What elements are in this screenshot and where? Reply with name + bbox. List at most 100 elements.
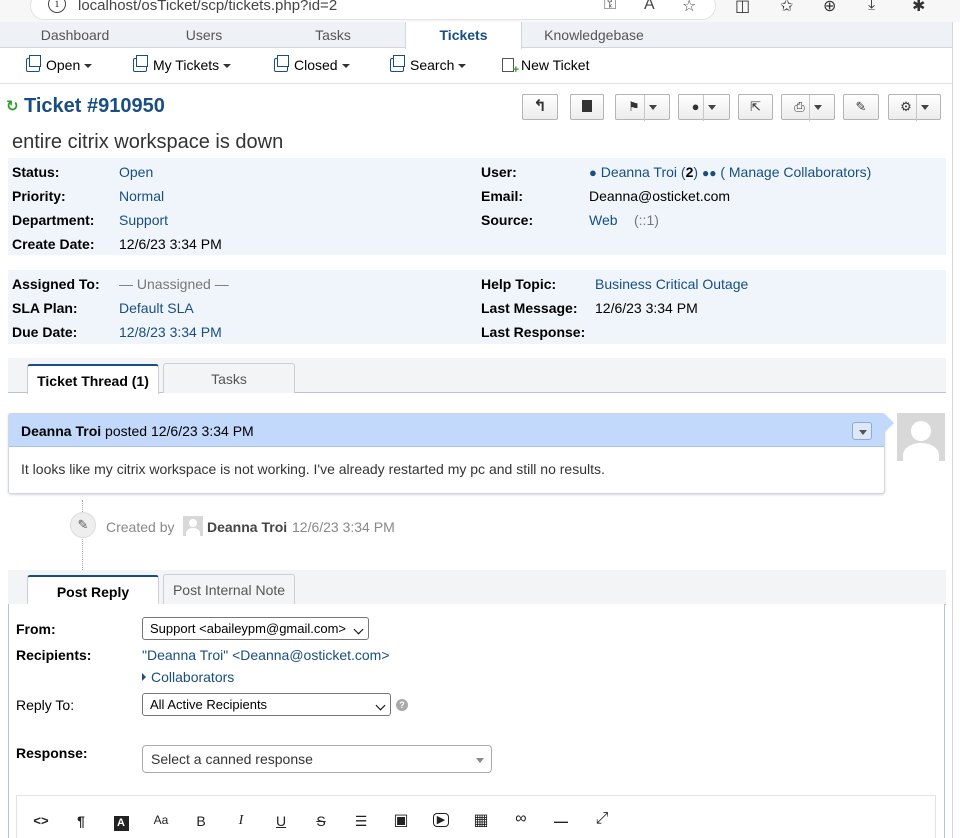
collaborators-toggle[interactable]: Collaborators: [142, 669, 234, 685]
print-pdf-icon: [582, 100, 592, 112]
subnav-my-tickets-label: My Tickets: [153, 57, 220, 73]
ticket-title[interactable]: Ticket #910950: [24, 95, 165, 118]
collections-icon[interactable]: ⊕: [823, 0, 836, 16]
new-ticket-icon: +: [502, 58, 519, 76]
avatar: [183, 516, 203, 536]
strikethrough-icon[interactable]: S: [309, 813, 333, 829]
url-text[interactable]: localhost/osTicket/scp/tickets.php?id=2: [78, 0, 337, 14]
from-select[interactable]: Support <abaileypm@gmail.com>: [142, 617, 369, 640]
chevron-down-icon: [458, 64, 467, 68]
message-posted: posted 12/6/23 3:34 PM: [105, 423, 254, 439]
department-value: Support: [119, 212, 169, 228]
nav-tab-dashboard[interactable]: Dashboard: [0, 22, 150, 48]
due-date-value: 12/8/23 3:34 PM: [119, 324, 222, 340]
reply-button[interactable]: ↰: [522, 94, 558, 120]
video-icon[interactable]: ▶: [429, 813, 453, 827]
italic-icon[interactable]: I: [229, 813, 253, 829]
tickets-icon: [26, 55, 41, 72]
split-screen-icon[interactable]: ◫: [735, 0, 750, 16]
video-glyph: ▶: [432, 813, 450, 827]
fullscreen-icon[interactable]: ⤢: [590, 810, 614, 828]
refresh-icon[interactable]: ↻: [6, 97, 19, 115]
read-aloud-icon[interactable]: A: [644, 0, 655, 14]
text-color-icon[interactable]: A: [109, 813, 133, 831]
reply-to-label: Reply To:: [16, 697, 75, 713]
recipients-value[interactable]: "Deanna Troi" <Deanna@osticket.com>: [142, 647, 390, 663]
edit-button[interactable]: ✎: [843, 94, 879, 120]
chevron-down-icon: [813, 105, 822, 110]
underline-icon[interactable]: U: [269, 813, 293, 829]
subnav-my-tickets[interactable]: My Tickets: [133, 55, 232, 73]
horizontal-rule-icon[interactable]: —: [549, 813, 573, 829]
image-icon[interactable]: ▣: [389, 810, 413, 830]
priority-label: Priority:: [12, 188, 66, 204]
tab-post-reply[interactable]: Post Reply: [27, 575, 159, 605]
subnav-new-ticket[interactable]: + New Ticket: [502, 57, 589, 76]
user-name-link[interactable]: Deanna Troi: [601, 164, 677, 180]
source-ip: (::1): [634, 212, 659, 228]
last-message-label: Last Message:: [481, 300, 578, 316]
source-value: Web: [589, 212, 618, 228]
priority-value: Normal: [119, 188, 165, 204]
scrollbar[interactable]: [952, 22, 960, 838]
paragraph-icon[interactable]: ¶: [69, 813, 93, 829]
flag-icon: ⚑: [628, 99, 640, 114]
subnav-search[interactable]: Search: [390, 55, 467, 73]
nav-tab-knowledgebase[interactable]: Knowledgebase: [524, 22, 664, 48]
help-topic-value: Business Critical Outage: [595, 276, 749, 292]
table-icon[interactable]: ▦: [469, 810, 493, 830]
help-icon[interactable]: ?: [396, 699, 408, 711]
tab-ticket-thread[interactable]: Ticket Thread (1): [27, 364, 159, 394]
tickets-icon: [133, 55, 148, 72]
favorite-star-icon[interactable]: ☆: [682, 0, 696, 16]
from-select-value: Support <abaileypm@gmail.com>: [150, 621, 347, 636]
created-event-icon: ✎: [70, 512, 96, 538]
tab-tasks[interactable]: Tasks: [163, 363, 295, 393]
event-created-by: Created by: [106, 519, 175, 535]
print-button[interactable]: ⎙: [781, 94, 835, 121]
help-topic-label: Help Topic:: [481, 276, 557, 292]
subnav-closed[interactable]: Closed: [274, 55, 350, 73]
message-options-button[interactable]: [852, 422, 872, 440]
nav-tab-users[interactable]: Users: [150, 22, 258, 48]
source-label: Source:: [481, 212, 534, 228]
nav-tab-tickets[interactable]: Tickets: [405, 22, 522, 49]
user-icon: ●: [589, 165, 597, 180]
edit-icon: ✎: [855, 99, 867, 114]
message-author: Deanna Troi: [21, 423, 102, 439]
chevron-down-icon: [708, 105, 717, 110]
favorites-icon[interactable]: ✩: [780, 0, 793, 16]
list-icon[interactable]: ☰: [349, 813, 373, 830]
downloads-icon[interactable]: ⤓: [868, 0, 875, 14]
font-size-icon[interactable]: Aa: [149, 813, 173, 827]
link-icon[interactable]: ∞: [509, 810, 533, 828]
email-label: Email:: [481, 188, 524, 204]
text-color-glyph: A: [113, 816, 129, 831]
transfer-button[interactable]: ⇱: [738, 94, 773, 120]
nav-tab-tasks[interactable]: Tasks: [258, 22, 408, 48]
html-code-icon[interactable]: <>: [29, 813, 53, 828]
extensions-icon[interactable]: ✱: [912, 0, 925, 16]
message-pointer: [884, 413, 894, 433]
chevron-down-icon: [375, 700, 386, 711]
event-time: 12/6/23 3:34 PM: [292, 519, 395, 535]
due-date-label: Due Date:: [12, 324, 78, 340]
bold-icon[interactable]: B: [189, 813, 213, 829]
manage-collaborators-link[interactable]: ( Manage Collaborators): [720, 164, 871, 180]
subnav-open[interactable]: Open: [26, 55, 93, 73]
transfer-icon: ⇱: [750, 99, 761, 114]
reply-to-select[interactable]: All Active Recipients: [142, 693, 391, 716]
key-icon[interactable]: ⚿: [604, 0, 616, 14]
avatar: [897, 413, 945, 461]
sla-label: SLA Plan:: [12, 300, 78, 316]
main-nav: Dashboard Users Tasks Tickets Knowledgeb…: [0, 22, 960, 49]
chevron-down-icon: [859, 430, 867, 435]
assign-button[interactable]: ●: [678, 94, 730, 121]
canned-response-select[interactable]: Select a canned response: [142, 745, 492, 773]
tab-post-internal-note[interactable]: Post Internal Note: [163, 574, 295, 604]
flag-button[interactable]: ⚑: [615, 94, 670, 121]
chevron-down-icon: [648, 105, 657, 110]
settings-button[interactable]: ⚙: [888, 94, 941, 121]
create-date-label: Create Date:: [12, 236, 95, 252]
print-pdf-button[interactable]: [570, 94, 604, 120]
